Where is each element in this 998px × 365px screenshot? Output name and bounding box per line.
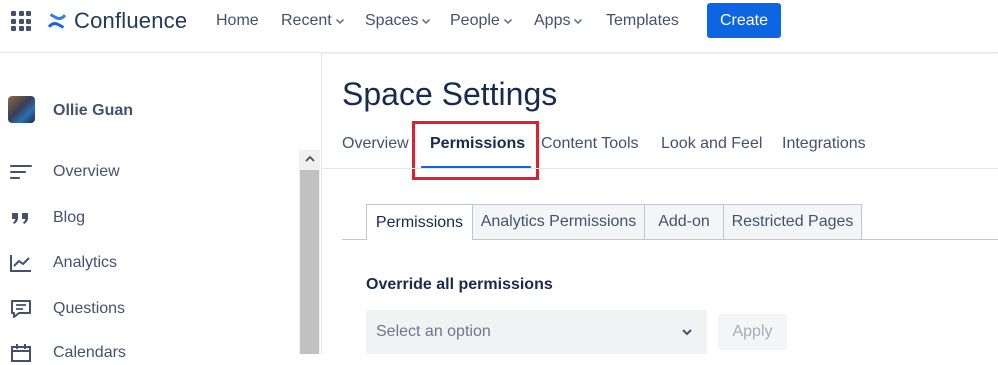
space-avatar[interactable] (8, 96, 35, 123)
brand-name: Confluence (74, 8, 188, 33)
nav-people-label: People (450, 12, 500, 29)
sidebar-item-label: Questions (53, 300, 126, 317)
nav-apps-label: Apps (534, 12, 571, 29)
sidebar-item-label: Overview (53, 163, 120, 180)
sidebar-item-questions[interactable]: Questions (9, 297, 125, 321)
nav-templates-label: Templates (606, 12, 679, 29)
nav-home[interactable]: Home (216, 12, 259, 30)
subtab-label: Restricted Pages (731, 213, 854, 230)
permissions-subtabs: Permissions Analytics Permissions Add-on… (342, 204, 998, 240)
subtab-restricted-pages[interactable]: Restricted Pages (723, 204, 862, 239)
sidebar-item-blog[interactable]: Blog (9, 206, 85, 230)
analytics-chart-icon (9, 252, 35, 274)
space-name[interactable]: Ollie Guan (53, 102, 133, 120)
scroll-up-arrow-icon[interactable] (299, 150, 320, 168)
overview-lines-icon (9, 161, 35, 183)
select-placeholder: Select an option (376, 323, 491, 340)
nav-spaces[interactable]: Spaces (365, 12, 431, 30)
scrollbar-thumb[interactable] (300, 170, 319, 354)
nav-apps[interactable]: Apps (534, 12, 583, 30)
page-title: Space Settings (342, 76, 558, 112)
sidebar-item-label: Analytics (53, 254, 118, 271)
subtab-label: Analytics Permissions (480, 213, 637, 230)
subtab-analytics-permissions[interactable]: Analytics Permissions (472, 204, 645, 239)
nav-recent[interactable]: Recent (281, 12, 345, 30)
tab-content-tools[interactable]: Content Tools (541, 135, 639, 153)
confluence-logo[interactable]: Confluence (46, 8, 187, 34)
nav-people[interactable]: People (450, 12, 513, 30)
sidebar-scrollbar[interactable] (299, 150, 320, 354)
override-permissions-select[interactable]: Select an option (366, 310, 707, 354)
quote-icon (9, 207, 35, 229)
subtab-label: Add-on (658, 213, 710, 230)
tab-integrations[interactable]: Integrations (782, 135, 866, 153)
create-button[interactable]: Create (707, 3, 781, 38)
sidebar-item-label: Blog (53, 209, 86, 226)
chevron-down-icon (335, 18, 344, 25)
nav-recent-label: Recent (281, 12, 332, 29)
nav-templates[interactable]: Templates (606, 12, 679, 30)
sidebar-item-analytics[interactable]: Analytics (9, 251, 117, 275)
app-switcher-grid-icon[interactable] (11, 11, 31, 31)
chevron-down-icon (422, 18, 431, 25)
apply-button[interactable]: Apply (718, 314, 787, 350)
sidebar-item-label: Calendars (53, 344, 126, 361)
top-navigation: Confluence Home Recent Spaces People App… (0, 0, 998, 53)
subtab-add-on[interactable]: Add-on (644, 204, 724, 239)
divider (322, 168, 998, 169)
subtab-permissions[interactable]: Permissions (366, 204, 473, 240)
calendar-icon (9, 342, 35, 364)
space-sidebar: Ollie Guan Overview Blog Analytics Quest… (0, 53, 322, 362)
chevron-down-icon (503, 18, 512, 25)
chevron-down-icon (682, 329, 692, 336)
nav-spaces-label: Spaces (365, 12, 419, 29)
sidebar-item-calendars[interactable]: Calendars (9, 341, 126, 365)
question-chat-icon (9, 298, 35, 320)
nav-home-label: Home (216, 12, 259, 29)
annotation-highlight-box (412, 121, 539, 180)
confluence-logo-icon (47, 13, 67, 29)
subtab-label: Permissions (375, 213, 464, 231)
chevron-down-icon (574, 18, 583, 25)
sidebar-item-overview[interactable]: Overview (9, 160, 120, 184)
override-permissions-label: Override all permissions (366, 276, 553, 293)
tab-overview[interactable]: Overview (342, 135, 409, 153)
tab-look-and-feel[interactable]: Look and Feel (661, 135, 762, 153)
